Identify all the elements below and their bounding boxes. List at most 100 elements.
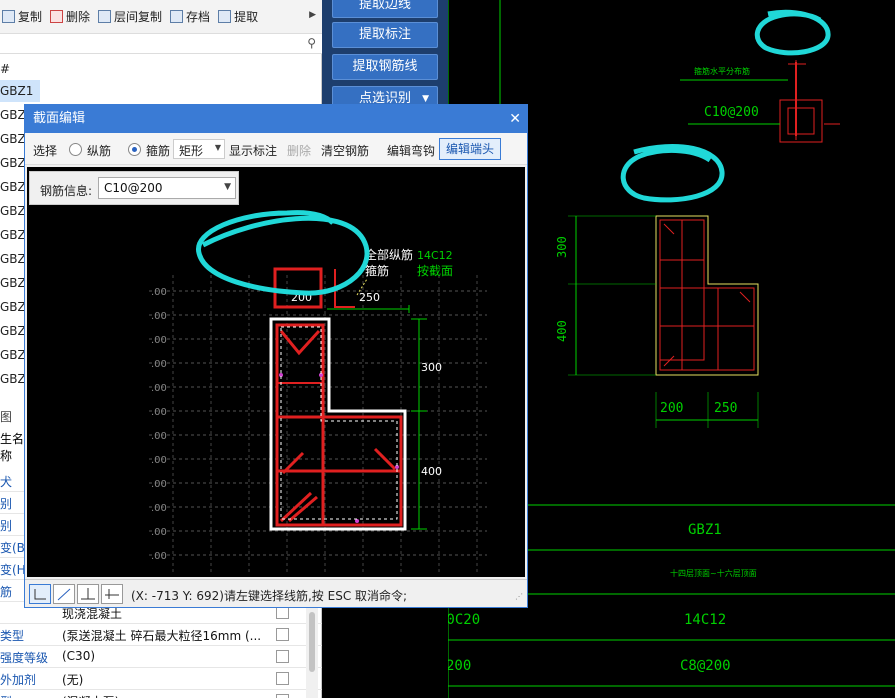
highlight-scribble-top — [754, 9, 831, 56]
delete-button[interactable]: 删除 — [50, 8, 90, 25]
close-icon[interactable]: ✕ — [509, 105, 521, 133]
property-name-header: 生名称 — [0, 432, 25, 463]
toolbar-overflow-icon[interactable]: ▶ — [309, 10, 316, 20]
show-annotation-button[interactable]: 显示标注 — [229, 142, 277, 159]
tree-root[interactable]: # — [0, 58, 40, 80]
grid-row-label: .00 — [151, 479, 167, 490]
property-value[interactable]: (混凝土泵) — [62, 693, 119, 698]
delete-rebar-button[interactable]: 删除 — [287, 142, 311, 159]
extract-annotation-button[interactable]: 提取标注 — [332, 22, 438, 48]
status-message: (X: -713 Y: 692)请左键选择线筋,按 ESC 取消命令; — [131, 589, 408, 603]
extend-icon — [105, 589, 119, 599]
diagonal-line-icon — [57, 588, 71, 601]
shape-select-value: 矩形 — [179, 144, 204, 158]
property-name: 外加剂 — [0, 673, 37, 687]
layer-copy-button[interactable]: 层间复制 — [98, 8, 162, 25]
property-name: 筋 — [0, 585, 13, 599]
app-root: 复制 删除 层间复制 存档 提取 ▶ ⚲ # GBZ1 GBZ GBZ GBZ … — [0, 0, 895, 698]
list-toolbar: 复制 删除 层间复制 存档 提取 ▶ — [0, 0, 322, 34]
property-checkbox[interactable] — [276, 672, 289, 685]
section-dim-250: 250 — [359, 291, 380, 304]
cad-table-name: GBZ1 — [688, 522, 722, 538]
cad-dim-200: 200 — [660, 401, 683, 416]
legend-all-longitudinal-value: 14C12 — [417, 249, 453, 262]
tab-properties[interactable]: 图 — [0, 408, 24, 428]
cad-table-long-rebar: 14C12 — [684, 612, 726, 628]
longitudinal-radio[interactable] — [69, 143, 82, 156]
property-name: 强度等级 — [0, 651, 49, 665]
section-canvas[interactable]: .00.00.00.00.00.00.00.00.00.00.00.00 200… — [27, 167, 525, 577]
extend-snap-button[interactable] — [101, 584, 123, 604]
dialog-title-bar[interactable]: 截面编辑 ✕ — [25, 105, 527, 133]
layer-copy-label: 层间复制 — [114, 10, 163, 24]
section-drawing: .00.00.00.00.00.00.00.00.00.00.00.00 200… — [149, 210, 487, 575]
dialog-toolbar: 选择 纵筋 箍筋 矩形 ▼ 显示标注 删除 清空钢筋 编辑弯钩 编辑端头 — [25, 133, 527, 165]
rebar-info-select[interactable]: C10@200 ▼ — [98, 177, 236, 199]
delete-icon — [50, 10, 64, 23]
line-snap-button[interactable] — [53, 584, 75, 604]
grid-row-label: .00 — [151, 551, 167, 562]
property-scrollbar-thumb[interactable] — [309, 612, 315, 672]
property-value[interactable]: (无) — [62, 671, 83, 688]
property-row[interactable]: 类型 (泵送混凝土 碎石最大粒径16mm (... — [0, 624, 322, 646]
property-checkbox[interactable] — [276, 694, 289, 698]
search-icon: ⚲ — [307, 36, 316, 50]
cad-left-fragment-1: 10C20 — [448, 612, 480, 628]
extract-button[interactable]: 提取 — [218, 8, 258, 25]
tree-item[interactable]: GBZ1 — [0, 80, 40, 102]
property-row[interactable]: 强度等级 (C30) — [0, 646, 322, 668]
grid-row-label: .00 — [151, 527, 167, 538]
rebar-info-panel: 钢筋信息: C10@200 ▼ — [29, 171, 239, 205]
copy-button[interactable]: 复制 — [2, 8, 42, 25]
extract-rebar-line-button[interactable]: 提取钢筋线 — [332, 54, 438, 80]
stirrup-label: 箍筋 — [146, 144, 171, 158]
grid-row-label: .00 — [151, 359, 167, 370]
property-value[interactable]: (C30) — [62, 649, 95, 663]
extract-edge-button[interactable]: 提取边线 — [332, 0, 438, 18]
rebar-info-label: 钢筋信息: — [40, 184, 93, 198]
section-edit-dialog: 截面编辑 ✕ 选择 纵筋 箍筋 矩形 ▼ 显示标注 删除 清空钢筋 编辑弯钩 编… — [24, 104, 528, 608]
perpendicular-snap-button[interactable] — [77, 584, 99, 604]
archive-button[interactable]: 存档 — [170, 8, 210, 25]
ortho-icon — [34, 589, 46, 600]
cad-dim-300: 300 — [555, 236, 569, 258]
property-checkbox[interactable] — [276, 628, 289, 641]
legend-stirrup: 箍筋 — [365, 263, 389, 278]
resize-grip-icon[interactable]: ⋰ — [515, 592, 523, 601]
select-button[interactable]: 选择 — [33, 142, 57, 159]
extract-label: 提取 — [234, 10, 259, 24]
cad-table-stirrup: C8@200 — [680, 658, 731, 674]
longitudinal-label: 纵筋 — [87, 144, 112, 158]
cad-table-range: 十四层顶面~十六层顶面 — [670, 568, 757, 578]
cad-dim-250: 250 — [714, 401, 737, 416]
stirrup-radio[interactable] — [128, 143, 141, 156]
highlight-scribble-dialog — [196, 210, 370, 296]
property-row[interactable]: 外加剂 (无) — [0, 668, 322, 690]
ortho-snap-button[interactable] — [29, 584, 51, 604]
layer-copy-icon — [98, 10, 112, 23]
dialog-title: 截面编辑 — [33, 111, 86, 126]
chevron-down-icon: ▼ — [214, 143, 221, 152]
dialog-status-bar: (X: -713 Y: 692)请左键选择线筋,按 ESC 取消命令; ⋰ — [25, 579, 527, 607]
edit-end-button[interactable]: 编辑端头 — [439, 138, 501, 160]
property-value[interactable]: (泵送混凝土 碎石最大粒径16mm (... — [62, 627, 261, 644]
edit-hook-button[interactable]: 编辑弯钩 — [387, 142, 435, 159]
property-name: 犬 — [0, 475, 13, 489]
inner-dashed-lines — [280, 326, 398, 520]
shape-select[interactable]: 矩形 ▼ — [173, 139, 225, 159]
legend-all-longitudinal: 全部纵筋 — [365, 247, 413, 262]
search-input[interactable]: ⚲ — [0, 34, 322, 54]
clear-rebar-button[interactable]: 清空钢筋 — [321, 142, 369, 159]
property-row[interactable]: 型 (混凝土泵) — [0, 690, 322, 698]
grid-row-label: .00 — [151, 407, 167, 418]
section-dim-300: 300 — [421, 361, 442, 374]
top-spacing-label: C10@200 — [704, 105, 759, 120]
main-column-sketch — [655, 215, 759, 376]
top-annotation-label: 箍筋水平分布筋 — [694, 66, 750, 76]
property-checkbox[interactable] — [276, 650, 289, 663]
property-name: 别 — [0, 519, 13, 533]
cad-left-fragment-2: 200 — [448, 658, 471, 674]
grid-row-label: .00 — [151, 287, 167, 298]
property-name: 型 — [0, 693, 12, 698]
grid-row-label: .00 — [151, 335, 167, 346]
